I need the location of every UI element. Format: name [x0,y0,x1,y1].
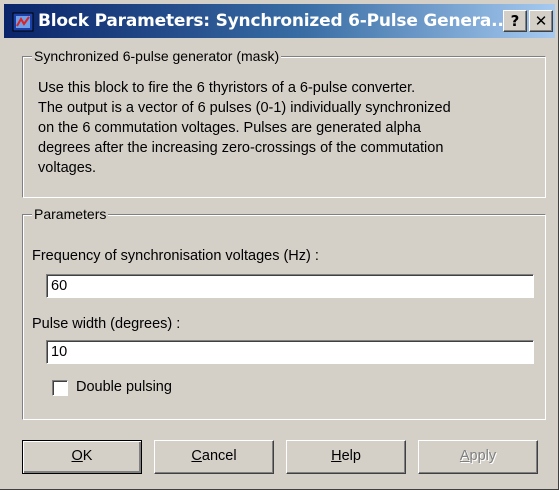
help-button[interactable]: Help [286,440,406,474]
ok-button[interactable]: OK [22,440,142,474]
mask-description: Use this block to fire the 6 thyristors … [38,78,538,178]
description-line: on the 6 commutation voltages. Pulses ar… [38,120,421,136]
description-line: degrees after the increasing zero-crossi… [38,140,444,156]
window-title: Block Parameters: Synchronized 6-Pulse G… [38,11,510,31]
dialog-window: Block Parameters: Synchronized 6-Pulse G… [0,0,559,490]
help-label-rest: elp [341,448,361,464]
pulse-width-input[interactable] [46,340,534,364]
parameters-group-legend: Parameters [32,206,109,222]
cancel-label-rest: ancel [201,448,237,464]
frequency-label: Frequency of synchronisation voltages (H… [32,248,319,264]
cancel-button[interactable]: Cancel [154,440,274,474]
mask-description-group: Synchronized 6-pulse generator (mask) Us… [22,48,546,198]
description-line: voltages. [38,160,97,176]
ok-label-rest: K [82,448,93,464]
parameters-group: Parameters Frequency of synchronisation … [22,206,546,420]
apply-mnemonic: A [459,448,470,464]
help-mnemonic: H [331,448,342,464]
pulse-width-label: Pulse width (degrees) : [32,316,181,332]
cancel-mnemonic: C [191,448,202,464]
double-pulsing-label[interactable]: Double pulsing [76,379,172,395]
description-line: The output is a vector of 6 pulses (0-1)… [38,100,451,116]
apply-button[interactable]: Apply [418,440,538,474]
help-title-button[interactable]: ? [503,10,527,32]
frequency-input[interactable] [46,274,534,298]
double-pulsing-checkbox[interactable] [52,380,68,396]
mask-group-legend: Synchronized 6-pulse generator (mask) [32,48,282,64]
ok-mnemonic: O [71,448,83,464]
description-line: Use this block to fire the 6 thyristors … [38,80,416,96]
simulink-block-icon [12,12,34,32]
close-button[interactable]: ✕ [529,10,553,32]
title-bar[interactable]: Block Parameters: Synchronized 6-Pulse G… [4,4,555,38]
apply-label-rest: pply [469,448,497,464]
